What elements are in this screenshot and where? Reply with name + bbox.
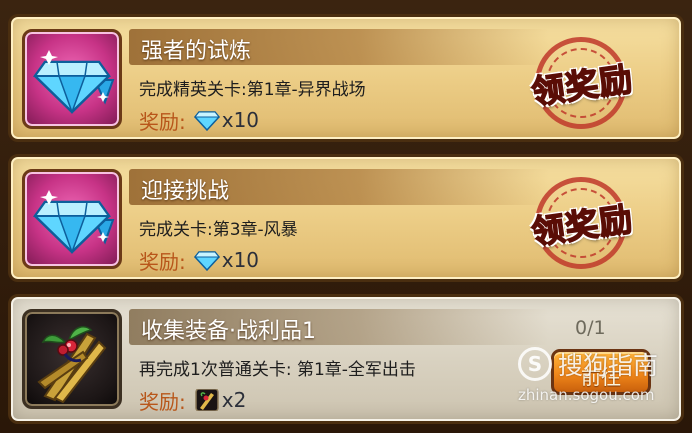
- quest-card: 迎接挑战 完成关卡:第3章-风暴 奖励: x10 领奖励: [8, 154, 684, 282]
- diamond-icon: [193, 111, 220, 131]
- reward-label: 奖励:: [139, 389, 186, 414]
- quest-panel: 强者的试炼 完成精英关卡:第1章-异界战场 奖励: x10 领奖励 迎接挑战 完…: [0, 0, 692, 433]
- quest-title: 收集装备·战利品1: [141, 319, 316, 344]
- quest-icon-frame: [22, 29, 122, 129]
- quest-description: 再完成1次普通关卡: 第1章-全军出击: [139, 360, 416, 380]
- reward-label: 奖励:: [139, 249, 186, 274]
- quest-card: 收集装备·战利品1 再完成1次普通关卡: 第1章-全军出击 奖励: x2 0/1…: [8, 294, 684, 424]
- diamond-icon: [193, 251, 220, 271]
- claim-reward-label: 领奖励: [528, 58, 636, 112]
- reward-count: x10: [221, 248, 260, 272]
- quest-description: 完成精英关卡:第1章-异界战场: [139, 80, 366, 100]
- goto-button[interactable]: 前往: [551, 349, 651, 395]
- diamond-icon: [33, 50, 115, 115]
- quest-icon-frame: [22, 169, 122, 269]
- claim-reward-button[interactable]: 领奖励: [507, 177, 657, 269]
- reward-count: x10: [221, 108, 260, 132]
- quest-card: 强者的试炼 完成精英关卡:第1章-异界战场 奖励: x10 领奖励: [8, 14, 684, 142]
- quest-description: 完成关卡:第3章-风暴: [139, 220, 298, 240]
- claim-reward-button[interactable]: 领奖励: [507, 37, 657, 129]
- loot-bundle-icon: [195, 389, 219, 411]
- reward-label: 奖励:: [139, 109, 186, 134]
- reward-row: 奖励: x10: [139, 106, 259, 134]
- reward-row: 奖励: x2: [139, 386, 246, 414]
- quest-icon-frame: [22, 309, 122, 409]
- reward-row: 奖励: x10: [139, 246, 259, 274]
- quest-progress: 0/1: [575, 317, 606, 339]
- quest-title: 强者的试炼: [141, 39, 252, 64]
- quest-title-bar: 收集装备·战利品1: [129, 309, 549, 345]
- loot-bundle-icon: [37, 326, 107, 404]
- goto-label: 前往: [581, 365, 621, 389]
- quest-title-bar: 强者的试炼: [129, 29, 549, 65]
- claim-reward-label: 领奖励: [528, 198, 636, 252]
- reward-count: x2: [221, 388, 247, 412]
- quest-title: 迎接挑战: [141, 179, 230, 204]
- diamond-icon: [33, 190, 115, 255]
- quest-title-bar: 迎接挑战: [129, 169, 549, 205]
